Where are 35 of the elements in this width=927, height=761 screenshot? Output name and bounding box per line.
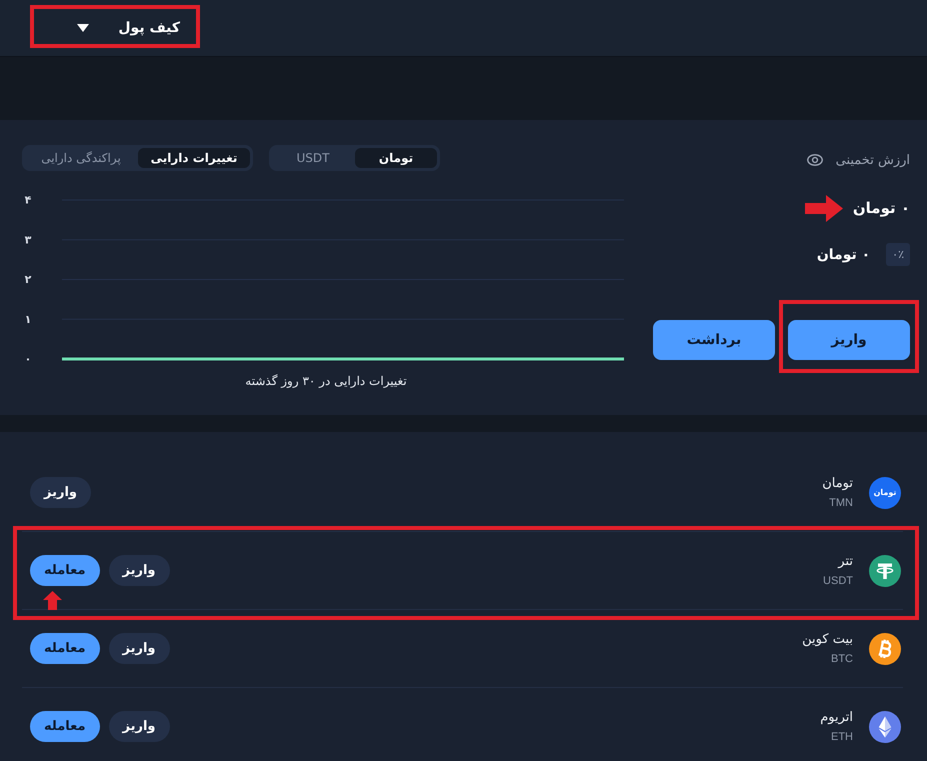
change-amount: ۰ تومان: [816, 246, 870, 262]
asset-name: تتر: [836, 552, 853, 570]
asset-symbol: TMN: [828, 496, 853, 510]
y-axis-label: ۴: [24, 194, 32, 206]
eye-icon[interactable]: [806, 154, 823, 166]
y-axis-label: ۲: [24, 273, 32, 286]
y-axis-label: ۳: [24, 233, 32, 246]
currency-tab[interactable]: تومان: [355, 148, 437, 168]
balance-amount: ۰ تومان: [852, 199, 910, 217]
view-tab[interactable]: پراکندگی دارایی: [25, 148, 137, 168]
deposit-button[interactable]: واریز: [108, 711, 170, 742]
asset-symbol: USDT: [823, 574, 853, 588]
deposit-button[interactable]: واریز: [108, 555, 170, 586]
y-axis-label: ۰: [24, 352, 32, 366]
view-tab[interactable]: تغییرات دارایی: [138, 148, 250, 168]
currency-logo: تومان: [869, 476, 901, 508]
estimate-label: ارزش تخمینی: [836, 152, 910, 168]
wallet-menu[interactable]: کیف پول: [67, 13, 190, 43]
asset-symbol: BTC: [830, 652, 853, 666]
trade-button[interactable]: معامله: [30, 555, 100, 586]
caret-down-icon: [77, 24, 89, 32]
asset-name: بیت کوین: [802, 630, 853, 648]
asset-name: تومان: [822, 474, 853, 492]
action-button[interactable]: واریز: [788, 320, 910, 360]
trade-button[interactable]: معامله: [30, 633, 100, 664]
y-axis-label: ۱: [24, 312, 32, 326]
chart-caption: تغییرات دارایی در ۳۰ روز گذشته: [244, 373, 408, 389]
asset-symbol: ETH: [830, 730, 853, 744]
deposit-button[interactable]: واریز: [30, 477, 91, 508]
action-button[interactable]: برداشت: [653, 320, 775, 360]
deposit-button[interactable]: واریز: [108, 633, 170, 664]
percent-badge: ۰٪: [886, 243, 910, 266]
trade-button[interactable]: معامله: [30, 711, 100, 742]
asset-name: اتریوم: [820, 708, 853, 726]
currency-tab[interactable]: USDT: [272, 148, 354, 168]
